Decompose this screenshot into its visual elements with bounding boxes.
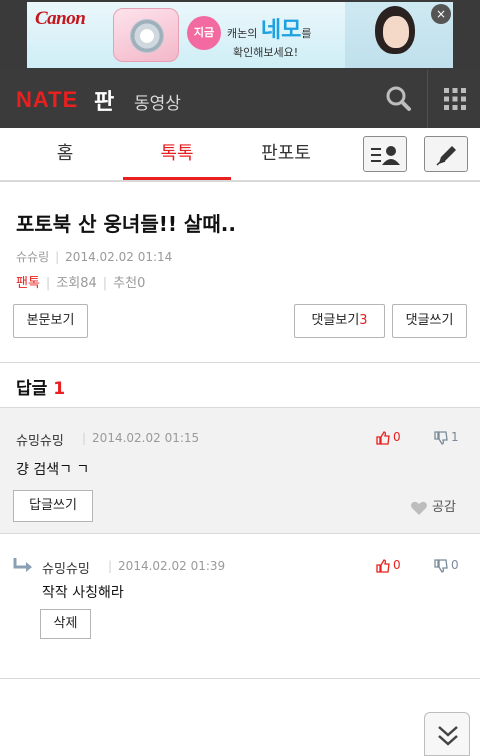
- header-divider: [427, 70, 428, 128]
- like-button[interactable]: 공감: [410, 496, 456, 516]
- post-date: 2014.02.02 01:14: [65, 250, 173, 264]
- video-link[interactable]: 동영상: [134, 89, 181, 114]
- thumbs-up-button[interactable]: 0: [376, 558, 401, 573]
- views-label: 조회: [56, 276, 81, 291]
- thumbs-up-icon: [376, 430, 390, 445]
- ad-banner[interactable]: Canon 지금 캐논의 네모를 확인해보세요! ×: [0, 0, 480, 70]
- heart-icon: [411, 501, 427, 515]
- thumbs-down-icon: [434, 430, 448, 445]
- divider: [0, 362, 480, 363]
- grid-menu-icon[interactable]: [434, 78, 476, 120]
- tab-toktok[interactable]: 톡톡: [123, 128, 231, 180]
- search-icon[interactable]: [378, 78, 420, 120]
- replies-count: 1: [53, 379, 66, 399]
- thumbs-down-icon: [434, 558, 448, 573]
- top-header: NATE 판 동영상: [0, 70, 480, 128]
- post-category[interactable]: 팬톡: [16, 276, 40, 291]
- ad-creative[interactable]: Canon 지금 캐논의 네모를 확인해보세요! ×: [27, 2, 453, 68]
- delete-button[interactable]: 삭제: [40, 609, 91, 639]
- views-count: 84: [80, 276, 97, 291]
- pan-logo[interactable]: 판: [94, 84, 114, 116]
- comment-author[interactable]: 슈밍슈밍: [16, 430, 64, 449]
- post-title: 포토북 산 웅녀들!! 살때..: [16, 212, 236, 236]
- thumbs-down-button[interactable]: 0: [434, 558, 459, 573]
- write-post-button[interactable]: [424, 136, 468, 172]
- replies-heading: 답글 1: [16, 379, 66, 399]
- recommend-label: 추천: [113, 276, 138, 291]
- write-comment-button[interactable]: 댓글쓰기: [392, 304, 467, 338]
- comment-date: | 2014.02.02 01:39: [108, 559, 226, 573]
- camera-image: [113, 8, 179, 62]
- comment-item: 슈밍슈밍 | 2014.02.02 01:15 0 1 걍 검색ㄱ ㄱ 답글쓰기 …: [0, 407, 480, 534]
- thumbs-up-button[interactable]: 0: [376, 430, 401, 445]
- reply-button[interactable]: 답글쓰기: [13, 490, 93, 522]
- post-meta-author: 슈슈링 | 2014.02.02 01:14: [16, 250, 173, 264]
- reply-arrow-icon: [12, 556, 36, 580]
- thumbs-up-icon: [376, 558, 390, 573]
- ad-brand-logo: Canon: [35, 8, 86, 29]
- ad-close-icon[interactable]: ×: [431, 4, 451, 24]
- recommend-count: 0: [137, 276, 146, 291]
- thumbs-down-button[interactable]: 1: [434, 430, 459, 445]
- tab-bar: 홈 톡톡 판포토: [0, 128, 480, 182]
- ad-subline: 확인해보세요!: [233, 46, 299, 59]
- double-chevron-down-icon: [438, 726, 458, 746]
- comment-text: 걍 검색ㄱ ㄱ: [16, 462, 90, 478]
- comment-count: 3: [359, 313, 368, 328]
- post-author[interactable]: 슈슈링: [16, 250, 49, 264]
- nate-logo[interactable]: NATE: [16, 87, 78, 113]
- divider: [0, 678, 480, 679]
- post-meta-stats: 팬톡 | 조회84 | 추천0: [16, 276, 146, 291]
- comment-author[interactable]: 슈밍슈밍: [42, 558, 90, 577]
- tab-panphoto[interactable]: 판포토: [232, 128, 340, 180]
- comment-text: 작작 사칭해라: [42, 585, 124, 601]
- profile-list-button[interactable]: [363, 136, 407, 172]
- ad-badge: 지금: [187, 16, 221, 50]
- pencil-icon: [436, 146, 456, 166]
- profile-list-icon: [371, 146, 400, 165]
- view-body-button[interactable]: 본문보기: [13, 304, 88, 338]
- comment-date: | 2014.02.02 01:15: [82, 431, 200, 445]
- tab-home[interactable]: 홈: [10, 128, 120, 180]
- view-comments-button[interactable]: 댓글보기3: [294, 304, 385, 338]
- scroll-down-button[interactable]: [424, 712, 470, 756]
- ad-headline: 캐논의 네모를: [227, 18, 312, 43]
